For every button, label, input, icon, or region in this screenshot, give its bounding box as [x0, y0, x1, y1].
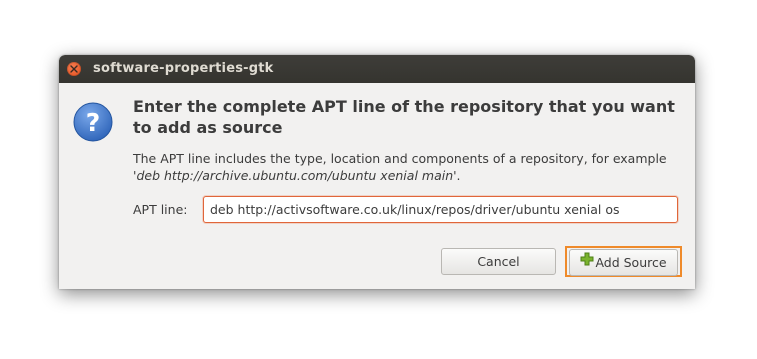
add-source-dialog: software-properties-gtk ? Enter the comp…: [59, 55, 695, 289]
screen: software-properties-gtk ? Enter the comp…: [0, 0, 757, 359]
description-example: deb http://archive.ubuntu.com/ubuntu xen…: [136, 168, 454, 183]
close-icon[interactable]: [67, 62, 81, 76]
dialog-heading: Enter the complete APT line of the repos…: [133, 97, 675, 137]
add-source-highlight: Add Source: [565, 246, 682, 277]
add-source-button[interactable]: Add Source: [569, 249, 678, 276]
window-title: software-properties-gtk: [93, 61, 274, 76]
plus-icon: [580, 249, 594, 274]
apt-line-label: APT line:: [133, 202, 188, 217]
cancel-button[interactable]: Cancel: [441, 248, 556, 275]
title-bar[interactable]: software-properties-gtk: [59, 55, 695, 83]
add-source-label: Add Source: [595, 255, 667, 270]
cancel-button-label: Cancel: [477, 254, 520, 269]
apt-line-input[interactable]: [203, 196, 678, 223]
svg-text:?: ?: [86, 108, 101, 137]
description-suffix: '.: [453, 168, 461, 183]
question-icon: ?: [73, 102, 113, 142]
dialog-description: The APT line includes the type, location…: [133, 150, 678, 184]
